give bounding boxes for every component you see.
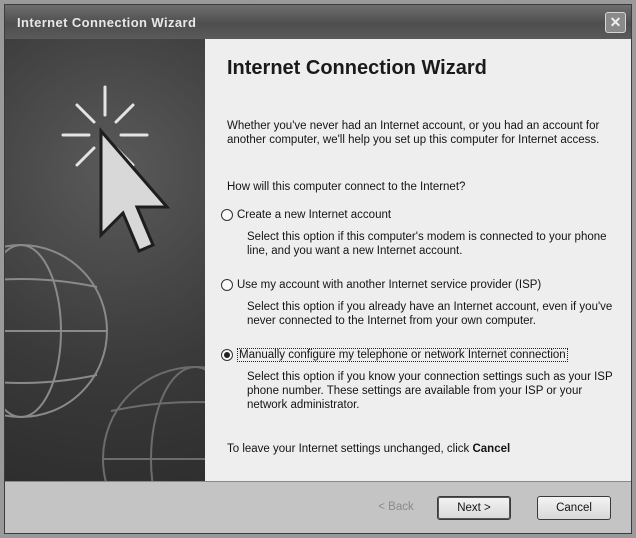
- option-description: Select this option if you know your conn…: [247, 371, 613, 411]
- option-existing-isp[interactable]: Use my account with another Internet ser…: [221, 277, 621, 328]
- option-description: Select this option if you already have a…: [247, 301, 613, 327]
- wizard-content: Internet Connection Wizard Whether you'v…: [205, 39, 631, 481]
- title-bar[interactable]: Internet Connection Wizard ✕: [5, 5, 631, 39]
- globe-icon: [5, 244, 108, 418]
- back-button[interactable]: < Back: [361, 496, 431, 520]
- option-label[interactable]: Use my account with another Internet ser…: [237, 279, 541, 291]
- intro-text: Whether you've never had an Internet acc…: [227, 120, 600, 146]
- globe-icon: [102, 366, 205, 481]
- cancel-button[interactable]: Cancel: [537, 496, 611, 520]
- option-label[interactable]: Manually configure my telephone or netwo…: [237, 348, 568, 362]
- wizard-window: Internet Connection Wizard ✕ Internet Co…: [4, 4, 632, 534]
- wizard-side-graphic: [5, 39, 205, 481]
- close-button[interactable]: ✕: [605, 12, 626, 33]
- question-text: How will this computer connect to the In…: [227, 181, 466, 193]
- side-graphic-svg: [5, 85, 205, 481]
- footer-note-cancel: Cancel: [472, 443, 511, 455]
- window-title: Internet Connection Wizard: [17, 15, 197, 30]
- radio-existing-isp[interactable]: [221, 279, 233, 291]
- option-description: Select this option if this computer's mo…: [247, 231, 607, 257]
- footer-note-text: To leave your Internet settings unchange…: [227, 443, 473, 455]
- option-create-account[interactable]: Create a new Internet account Select thi…: [221, 207, 621, 258]
- cursor-arrow-icon: [99, 126, 171, 253]
- next-button[interactable]: Next >: [437, 496, 511, 520]
- footer-note: To leave your Internet settings unchange…: [227, 443, 510, 455]
- option-manual-config[interactable]: Manually configure my telephone or netwo…: [221, 347, 621, 412]
- radio-manual-config[interactable]: [221, 349, 233, 361]
- page-title: Internet Connection Wizard: [227, 57, 487, 79]
- button-bar: < Back Next > Cancel: [5, 481, 631, 533]
- option-label[interactable]: Create a new Internet account: [237, 209, 391, 221]
- close-icon: ✕: [609, 14, 622, 30]
- radio-create-account[interactable]: [221, 209, 233, 221]
